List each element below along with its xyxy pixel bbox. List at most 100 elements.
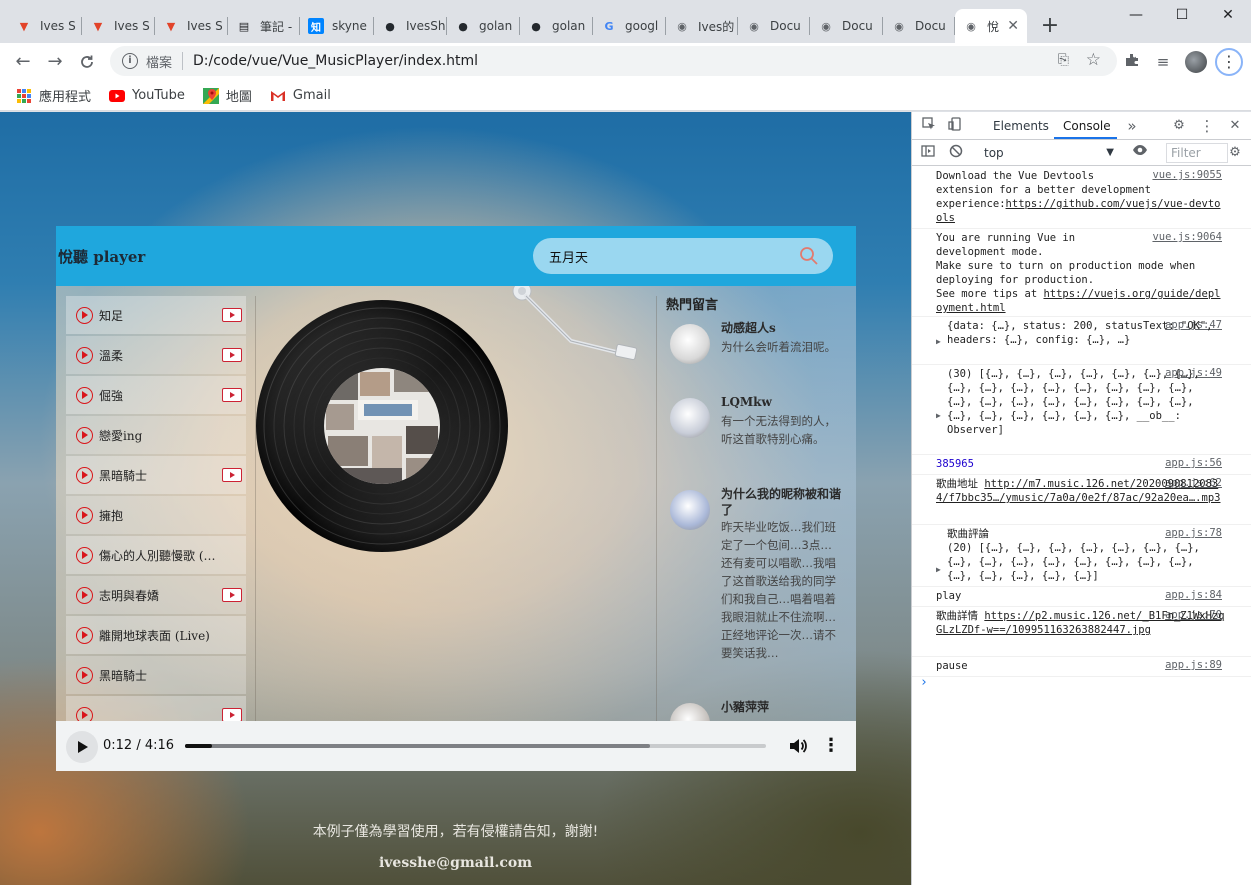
mv-video-icon[interactable] [222, 588, 242, 602]
forward-button[interactable]: → [43, 50, 67, 74]
expand-triangle-icon[interactable]: ▶ [936, 411, 941, 420]
bookmark-apps[interactable]: 應用程式 [16, 86, 91, 105]
tab-console[interactable]: Console [1063, 119, 1111, 133]
chrome-menu-button[interactable]: ⋮ [1215, 48, 1243, 76]
browser-tab[interactable]: 知 skyne [300, 9, 374, 43]
browser-tab[interactable]: Ggoogl [593, 9, 666, 43]
console-toolbar: top ▼ Filter ⚙ [912, 140, 1251, 166]
mv-video-icon[interactable] [222, 308, 242, 322]
play-circle-icon[interactable] [76, 386, 93, 404]
gitlab-icon: ▼ [93, 19, 103, 33]
bookmark-gmail[interactable]: Gmail [270, 88, 331, 104]
song-item[interactable]: 黑暗騎士 [66, 456, 246, 494]
player-header: 悅聽 player [56, 226, 856, 286]
play-circle-icon[interactable] [76, 666, 93, 684]
song-item[interactable] [66, 696, 246, 721]
song-item[interactable]: 戀愛ing [66, 416, 246, 454]
profile-avatar[interactable] [1185, 51, 1207, 73]
buffered-range [185, 744, 650, 748]
play-circle-icon[interactable] [76, 426, 93, 444]
play-circle-icon[interactable] [76, 586, 93, 604]
volume-icon[interactable] [788, 736, 808, 756]
minimize-button[interactable]: — [1113, 0, 1159, 30]
media-control-icon[interactable]: ≡ [1153, 52, 1173, 72]
console-message: app.js:49 (30) [{…}, {…}, {…}, {…}, {…}, … [912, 365, 1251, 455]
comment-nickname: LQMkw [721, 395, 772, 409]
play-circle-icon[interactable] [76, 306, 93, 324]
mv-video-icon[interactable] [222, 468, 242, 482]
bookmark-youtube[interactable]: YouTube [109, 88, 185, 104]
play-circle-icon[interactable] [76, 466, 93, 484]
browser-tab[interactable]: ▼ Ives S [82, 9, 155, 43]
browser-tab[interactable]: ◉ Docu [810, 9, 883, 43]
back-button[interactable]: ← [11, 50, 35, 74]
new-tab-button[interactable]: + [1038, 12, 1062, 40]
tab-title: Ives S [40, 19, 76, 33]
browser-tab[interactable]: ▼ Ives S [155, 9, 228, 43]
song-item[interactable]: 溫柔 [66, 336, 246, 374]
song-name: 知足 [99, 308, 124, 323]
devtools-menu-icon[interactable]: ⋮ [1198, 117, 1216, 135]
live-expression-eye-icon[interactable] [1131, 144, 1149, 162]
mv-video-icon[interactable] [222, 388, 242, 402]
translate-icon[interactable]: ⎘ [1058, 52, 1069, 68]
context-selector[interactable]: top ▼ [980, 143, 1116, 163]
message-text[interactable]: 歌曲評論 (20) [{…}, {…}, {…}, {…}, {…}, {…},… [947, 528, 1200, 582]
device-toolbar-icon[interactable] [946, 117, 964, 135]
play-circle-icon[interactable] [76, 346, 93, 364]
play-circle-icon[interactable] [76, 546, 93, 564]
browser-tab[interactable]: ▼ Ives S [8, 9, 82, 43]
more-tabs-icon[interactable]: » [1123, 117, 1141, 135]
browser-tab[interactable]: ● IvesSh [374, 9, 447, 43]
play-circle-icon[interactable] [76, 626, 93, 644]
close-devtools-icon[interactable]: ✕ [1226, 117, 1244, 135]
message-text[interactable]: (30) [{…}, {…}, {…}, {…}, {…}, {…}, {…},… [947, 368, 1200, 436]
browser-tab[interactable]: ◉ Docu [883, 9, 955, 43]
search-icon[interactable] [799, 246, 819, 266]
reload-button[interactable] [75, 50, 99, 74]
settings-gear-icon[interactable]: ⚙ [1170, 117, 1188, 135]
expand-triangle-icon[interactable]: ▶ [936, 337, 941, 346]
address-bar[interactable]: i 檔案 D:/code/vue/Vue_MusicPlayer/index.h… [110, 46, 1117, 76]
play-circle-icon[interactable] [76, 506, 93, 524]
info-icon[interactable]: i [122, 53, 138, 69]
song-item[interactable]: 離開地球表面 (Live) [66, 616, 246, 654]
song-item[interactable]: 志明與春嬌 [66, 576, 246, 614]
console-prompt[interactable]: › [920, 675, 928, 690]
mv-video-icon[interactable] [222, 708, 242, 721]
sidebar-toggle-icon[interactable] [919, 144, 937, 162]
more-options-icon[interactable]: ⋮ [822, 735, 840, 757]
browser-tab[interactable]: ◉ Ives的 [666, 9, 738, 43]
song-item[interactable]: 黑暗騎士 [66, 656, 246, 694]
tab-elements[interactable]: Elements [993, 119, 1049, 133]
clear-console-icon[interactable] [947, 144, 965, 162]
maximize-button[interactable]: ☐ [1159, 0, 1205, 30]
close-tab-icon[interactable]: ✕ [1007, 18, 1019, 34]
extensions-icon[interactable] [1122, 52, 1142, 72]
bookmark-maps[interactable]: 地圖 [202, 86, 252, 105]
play-circle-icon[interactable] [76, 706, 93, 721]
search-input[interactable] [549, 238, 789, 274]
close-window-button[interactable]: ✕ [1205, 0, 1251, 30]
message-text[interactable]: {data: {…}, status: 200, statusText: "OK… [947, 320, 1213, 346]
bookmark-star-icon[interactable]: ☆ [1086, 50, 1101, 70]
play-button[interactable] [66, 731, 98, 763]
console-settings-gear-icon[interactable]: ⚙ [1226, 144, 1244, 162]
console-filter-input[interactable]: Filter [1166, 143, 1228, 163]
progress-bar[interactable] [185, 744, 766, 748]
message-text: pause [936, 660, 968, 672]
mv-video-icon[interactable] [222, 348, 242, 362]
inspect-element-icon[interactable] [920, 117, 938, 135]
browser-tab[interactable]: ◉ 悅 ✕ [955, 9, 1027, 43]
browser-tab[interactable]: ◉ Docu [738, 9, 810, 43]
browser-tab[interactable]: ● golan [520, 9, 593, 43]
song-item[interactable]: 傷心的人別聽慢歌 (… [66, 536, 246, 574]
song-item[interactable]: 知足 [66, 296, 246, 334]
song-item[interactable]: 倔強 [66, 376, 246, 414]
browser-tab[interactable]: ● golan [447, 9, 520, 43]
expand-triangle-icon[interactable]: ▶ [936, 565, 941, 574]
browser-tab[interactable]: ▤ 筆記 - [228, 9, 300, 43]
gitlab-icon: ▼ [166, 19, 176, 33]
url-text[interactable]: D:/code/vue/Vue_MusicPlayer/index.html [193, 53, 478, 69]
song-item[interactable]: 擁抱 [66, 496, 246, 534]
